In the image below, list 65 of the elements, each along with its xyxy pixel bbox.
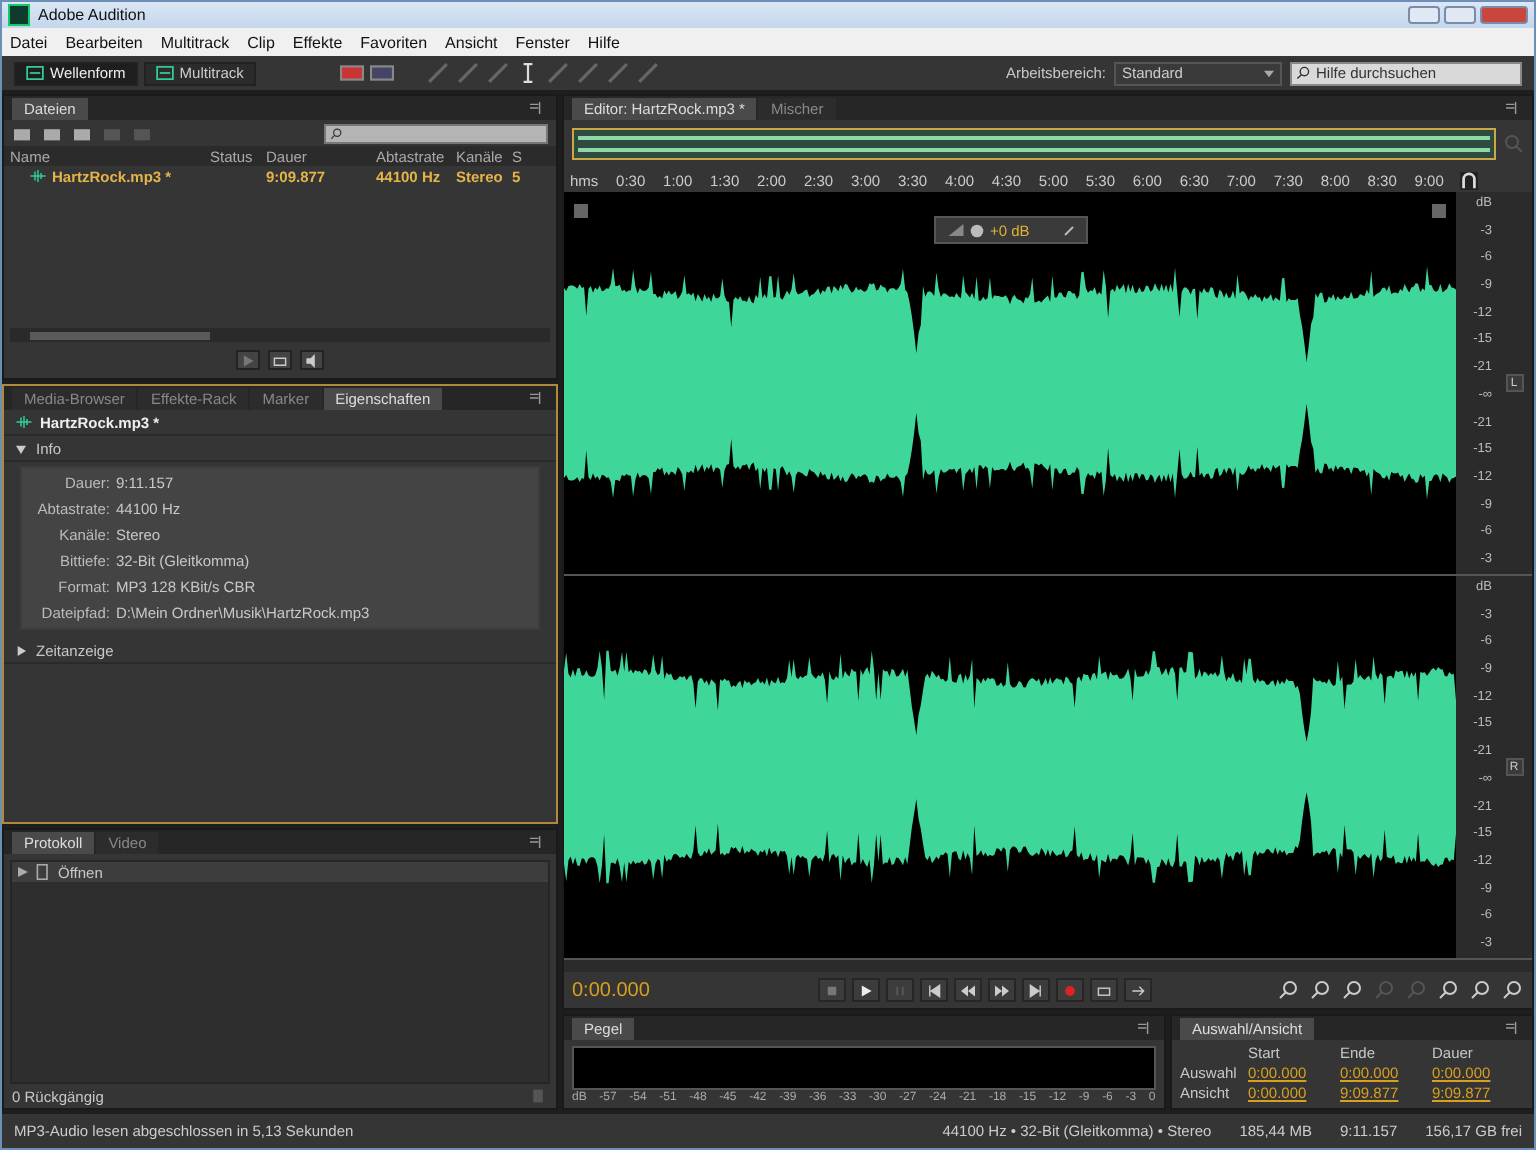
ramp-icon [948, 224, 964, 236]
play-icon [240, 353, 256, 367]
skip-back-button[interactable] [920, 978, 948, 1002]
waveform-icon [16, 416, 32, 428]
menu-item[interactable]: Multitrack [160, 33, 230, 51]
loop-button[interactable] [1090, 978, 1118, 1002]
waveform-icon [26, 66, 44, 80]
stop-button[interactable] [818, 978, 846, 1002]
rewind-icon [960, 983, 976, 997]
zoom-in-icon [1436, 980, 1460, 1000]
skip-button[interactable] [1124, 978, 1152, 1002]
expand-triangle-icon[interactable] [16, 645, 26, 655]
panel-menu-icon [528, 392, 544, 404]
speaker-button[interactable] [300, 350, 324, 370]
skip-icon [1130, 983, 1146, 997]
record-icon [1062, 983, 1078, 997]
waveform-view-icon [369, 62, 394, 84]
play-icon [858, 983, 874, 997]
rewind-button[interactable] [954, 978, 982, 1002]
stop-icon [824, 983, 840, 997]
skip-forward-button[interactable] [1022, 978, 1050, 1002]
loop-icon [272, 353, 288, 367]
window-title: Adobe Audition [38, 6, 146, 24]
fast-forward-button[interactable] [988, 978, 1016, 1002]
menu-item[interactable]: Bearbeiten [65, 33, 143, 51]
fast-forward-icon [994, 983, 1010, 997]
menu-item[interactable]: Clip [247, 33, 275, 51]
menu-item[interactable]: Effekte [292, 33, 343, 51]
horizontal-scrollbar[interactable] [10, 328, 550, 342]
knob-icon [970, 223, 984, 237]
menu-item[interactable]: Datei [10, 33, 48, 51]
skip-forward-icon [1028, 983, 1044, 997]
caret-icon [1264, 69, 1274, 77]
search-icon [330, 127, 342, 139]
document-icon [36, 864, 50, 880]
maximize-button[interactable] [1444, 6, 1476, 24]
panel-menu-icon [1504, 1022, 1520, 1034]
triangle-icon [18, 866, 28, 878]
speaker-icon [304, 353, 320, 367]
play-button[interactable] [852, 978, 880, 1002]
file-search-field[interactable] [324, 123, 548, 143]
waveform-icon [30, 170, 46, 182]
menu-item[interactable]: Hilfe [587, 33, 620, 51]
panel-menu-icon [1136, 1022, 1152, 1034]
panel-menu-icon [528, 836, 544, 848]
waveform-icon [155, 66, 174, 80]
minimize-button[interactable] [1408, 6, 1440, 24]
loop-button[interactable] [268, 350, 292, 370]
magnet-icon[interactable] [1460, 171, 1478, 189]
zoom-icon [1504, 134, 1524, 154]
overview-bar[interactable] [572, 128, 1496, 160]
panel-menu-icon [1504, 102, 1520, 114]
time-display: 0:00.000 [572, 979, 652, 1001]
loop-icon [1096, 983, 1112, 997]
menu-item[interactable]: Favoriten [360, 33, 428, 51]
menu-item[interactable]: Fenster [515, 33, 570, 51]
panel-menu-icon [528, 102, 544, 114]
collapse-triangle-icon[interactable] [16, 443, 26, 453]
skip-back-icon [926, 983, 942, 997]
pause-icon [892, 983, 908, 997]
corner-handle[interactable] [1432, 204, 1446, 218]
app-icon [8, 4, 30, 26]
menu-item[interactable]: Ansicht [445, 33, 498, 51]
spectrum-view-icon [339, 62, 364, 84]
corner-handle[interactable] [574, 204, 588, 218]
